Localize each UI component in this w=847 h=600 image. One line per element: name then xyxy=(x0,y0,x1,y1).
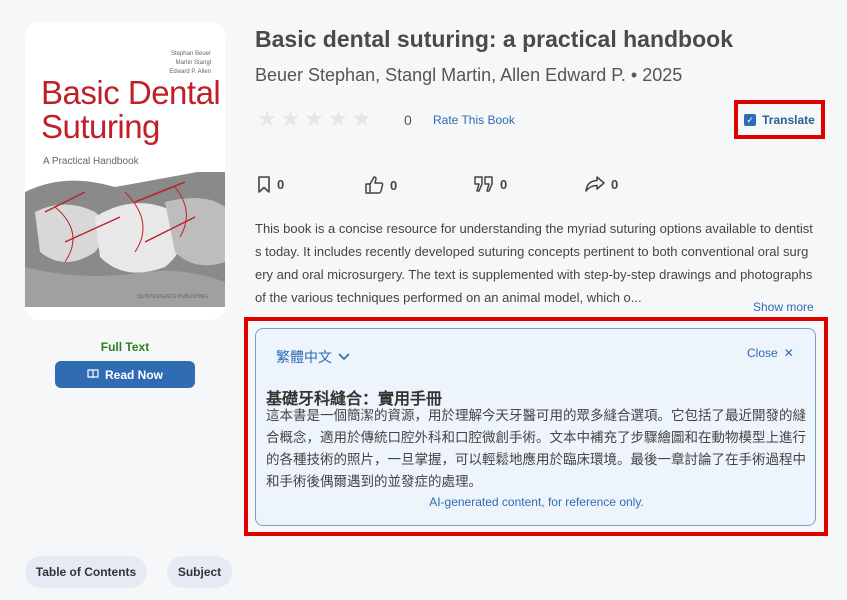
show-more-link[interactable]: Show more xyxy=(753,300,814,314)
read-now-label: Read Now xyxy=(104,367,163,382)
book-title: Basic dental suturing: a practical handb… xyxy=(255,26,733,52)
ai-disclaimer: AI-generated content, for reference only… xyxy=(429,495,644,509)
translation-panel: 繁體中文 Close ✕ 基礎牙科縫合：實用手冊 這本書是一個簡潔的資源，用於理… xyxy=(255,328,816,526)
rate-this-book-link[interactable]: Rate This Book xyxy=(433,113,515,127)
quote-icon xyxy=(474,176,493,192)
translate-label: Translate xyxy=(762,112,815,127)
book-open-icon xyxy=(87,368,99,382)
chevron-down-icon xyxy=(338,353,350,361)
translated-description: 這本書是一個簡潔的資源，用於理解今天牙醫可用的眾多縫合選項。它包括了最近開發的縫… xyxy=(266,408,806,489)
star-icon[interactable]: ★ xyxy=(281,108,301,130)
bookmark-count: 0 xyxy=(277,177,285,192)
table-of-contents-button[interactable]: Table of Contents xyxy=(25,556,147,588)
cover-illustration xyxy=(25,172,225,307)
language-label: 繁體中文 xyxy=(276,349,332,365)
like-count: 0 xyxy=(390,177,398,193)
translate-toggle[interactable]: ✓ Translate xyxy=(734,100,825,139)
share-count: 0 xyxy=(611,176,619,192)
rating-count: 0 xyxy=(404,112,412,128)
star-icon[interactable]: ★ xyxy=(328,108,348,130)
bookmark-button[interactable]: 0 xyxy=(257,176,284,193)
star-icon[interactable]: ★ xyxy=(304,108,324,130)
quote-button[interactable]: 0 xyxy=(474,176,507,192)
close-label: Close xyxy=(747,346,778,360)
book-description: This book is a concise resource for unde… xyxy=(255,221,813,305)
quote-count: 0 xyxy=(500,176,508,192)
star-icon[interactable]: ★ xyxy=(352,108,372,130)
cover-publisher: QUINTESSENCE PUBLISHING xyxy=(137,294,209,300)
book-cover[interactable]: Stephan Beuer Martin Stangl Edward P. Al… xyxy=(25,22,225,320)
cover-authors: Stephan Beuer Martin Stangl Edward P. Al… xyxy=(169,51,211,75)
thumbs-up-icon xyxy=(365,176,384,194)
close-icon: ✕ xyxy=(783,346,794,360)
book-meta: Beuer Stephan, Stangl Martin, Allen Edwa… xyxy=(255,65,683,85)
share-icon xyxy=(585,176,605,192)
close-translation-button[interactable]: Close ✕ xyxy=(747,346,794,360)
checkbox-checked-icon[interactable]: ✓ xyxy=(744,113,757,126)
subject-button[interactable]: Subject xyxy=(167,556,232,588)
star-icon[interactable]: ★ xyxy=(257,108,277,130)
language-selector[interactable]: 繁體中文 xyxy=(276,347,350,367)
read-now-button[interactable]: Read Now xyxy=(55,361,195,388)
full-text-label: Full Text xyxy=(100,340,150,354)
action-bar: 0 0 0 0 xyxy=(255,176,635,198)
like-button[interactable]: 0 xyxy=(365,176,397,194)
rating-stars[interactable]: ★ ★ ★ ★ ★ xyxy=(257,108,372,130)
cover-title: Basic Dental Suturing xyxy=(41,74,221,145)
share-button[interactable]: 0 xyxy=(585,176,618,192)
cover-subtitle: A Practical Handbook xyxy=(43,156,139,167)
bookmark-icon xyxy=(258,176,270,193)
